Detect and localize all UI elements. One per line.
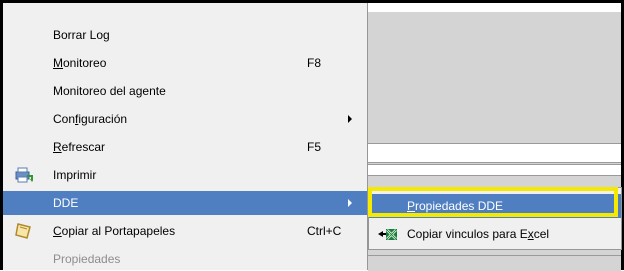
menu-item-monitoreo[interactable]: Monitoreo F8 <box>3 51 367 75</box>
shortcut-label: F5 <box>307 140 322 154</box>
menu-item-label: Copiar al Portapapeles <box>53 224 176 238</box>
menu-item-borrar-log[interactable]: Borrar Log <box>3 23 367 47</box>
submenu-item-copiar-vinculos-excel[interactable]: Copiar vinculos para Excel <box>369 222 621 246</box>
menu-item-copiar-portapapeles[interactable]: Copiar al Portapapeles Ctrl+C <box>3 219 367 243</box>
menu-item-label: DDE <box>53 196 79 210</box>
submenu-arrow-icon <box>348 115 352 123</box>
submenu-item-label: Propiedades DDE <box>407 199 504 213</box>
mnemonic-letter: x <box>527 227 534 241</box>
pane-header-strip <box>368 3 621 12</box>
context-menu: Borrar Log Monitoreo F8 Monitoreo del ag… <box>3 3 368 270</box>
menu-item-monitoreo-agente[interactable]: Monitoreo del agente <box>3 79 367 103</box>
excel-link-icon <box>377 226 399 242</box>
clipboard-icon <box>15 223 33 239</box>
pane-divider <box>368 143 621 163</box>
mnemonic-letter: M <box>53 56 63 70</box>
pane-footer-strip <box>368 255 621 271</box>
submenu-item-propiedades-dde[interactable]: Propiedades DDE <box>369 194 621 218</box>
menu-item-label: Imprimir <box>53 168 97 182</box>
menu-item-refrescar[interactable]: Refrescar F5 <box>3 135 367 159</box>
mnemonic-letter: C <box>53 224 62 238</box>
menu-item-label: Monitoreo <box>53 51 106 75</box>
mnemonic-letter: f <box>75 112 79 126</box>
printer-icon <box>15 167 34 183</box>
shortcut-label: F8 <box>307 56 322 70</box>
menu-item-label-rest: onitoreo <box>63 56 107 70</box>
menu-item-configuracion[interactable]: Configuración <box>3 107 367 131</box>
menu-item-label: Configuración <box>53 112 128 126</box>
mnemonic-letter: R <box>53 140 62 154</box>
menu-item-label: Monitoreo del agente <box>53 84 166 98</box>
dde-submenu: Propiedades DDE Copiar vinculos para Exc… <box>368 187 622 250</box>
submenu-arrow-icon <box>348 199 352 207</box>
menu-item-label: Propiedades <box>53 252 121 266</box>
menu-item-imprimir[interactable]: Imprimir <box>3 163 367 187</box>
shortcut-label: Ctrl+C <box>307 224 342 238</box>
menu-item-label: Refrescar <box>53 140 106 154</box>
mnemonic-letter: P <box>407 199 416 213</box>
menu-item-dde[interactable]: DDE <box>3 191 367 215</box>
menu-item-propiedades[interactable]: Propiedades <box>3 247 367 271</box>
menu-item-label: Borrar Log <box>53 28 110 42</box>
pane-divider <box>368 164 621 176</box>
submenu-item-label: Copiar vinculos para Excel <box>407 227 550 241</box>
